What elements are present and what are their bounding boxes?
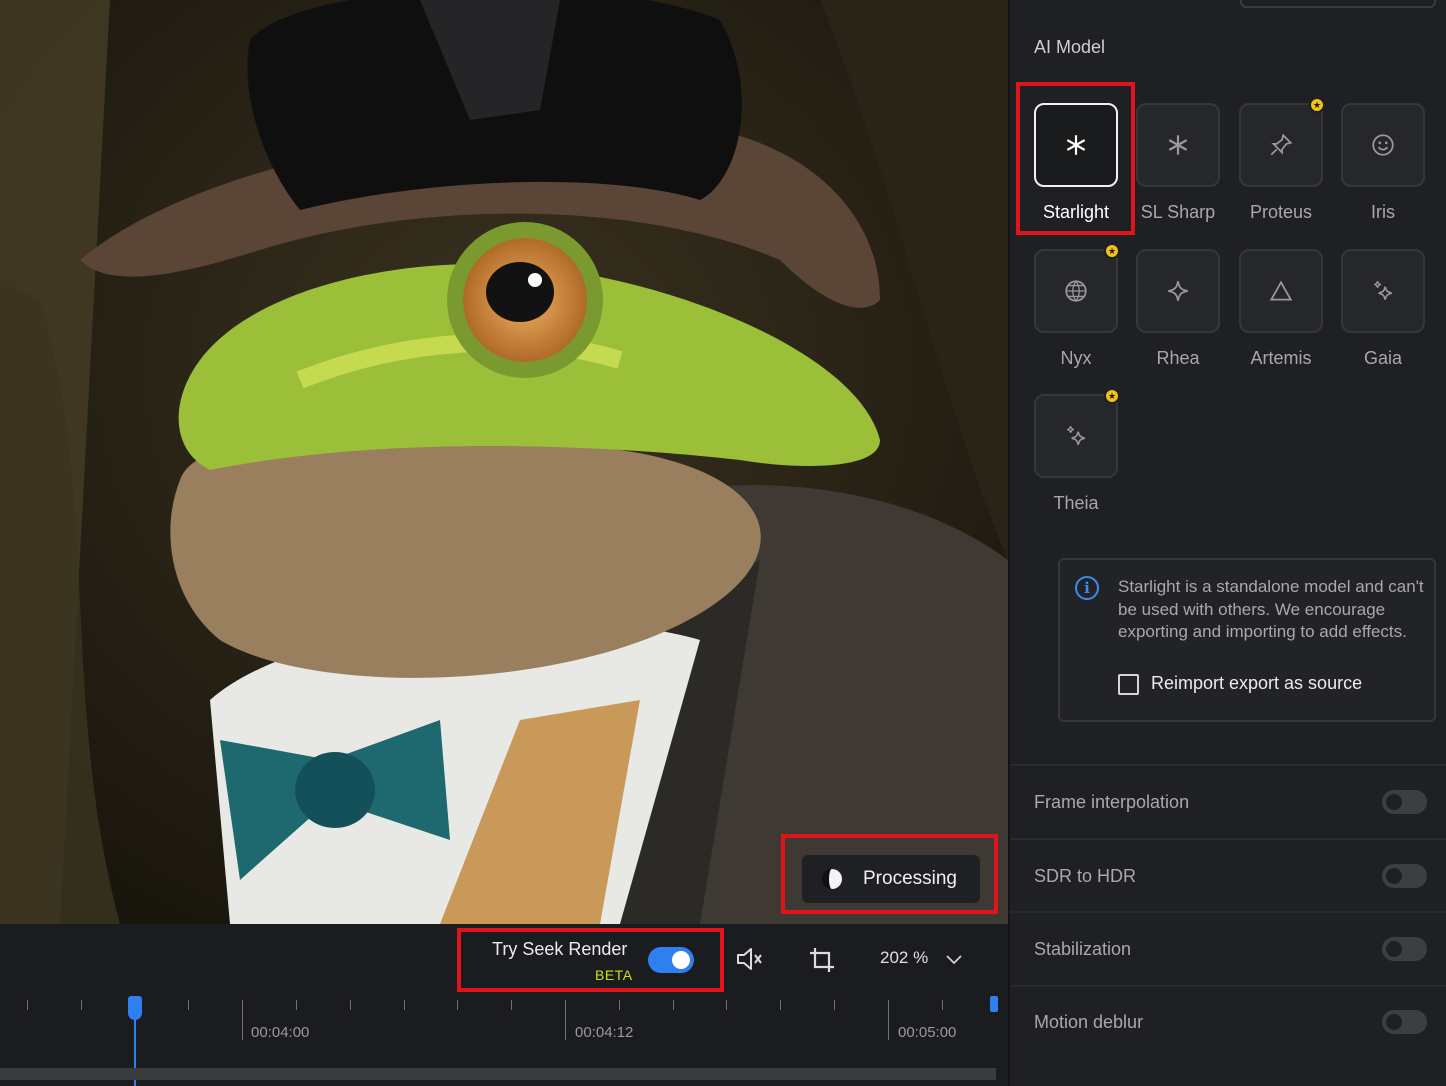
sdr-to-hdr-label: SDR to HDR [1034,866,1137,886]
frame-interpolation-label: Frame interpolation [1034,792,1190,812]
beta-badge: BETA [595,967,633,983]
timeline-major-tick [888,1000,889,1040]
divider [1010,764,1446,766]
timeline-tick [780,1000,781,1010]
out-point-marker[interactable] [990,996,998,1012]
premium-star-icon: ★ [1104,388,1120,404]
timeline-tick [81,1000,82,1010]
timeline-label: 00:04:12 [575,1024,634,1041]
asterisk-icon [1168,135,1188,155]
timeline-tick [619,1000,620,1010]
timeline-tick [188,1000,189,1010]
spinner-icon [822,869,842,889]
triangle-icon [1269,280,1293,301]
seek-render-toggle[interactable] [648,947,694,973]
processing-badge: Processing [802,855,980,903]
divider [1010,985,1446,987]
sdr-to-hdr-toggle[interactable] [1382,864,1427,888]
model-proteus-button[interactable] [1239,103,1323,187]
crop-icon[interactable] [808,946,836,974]
timeline-tick [457,1000,458,1010]
model-sl-sharp-button[interactable] [1136,103,1220,187]
ai-model-title: AI Model [1034,37,1106,57]
timeline-tick [511,1000,512,1010]
timeline-tick [834,1000,835,1010]
model-sl-sharp-label: SL Sharp [1140,202,1216,222]
mute-icon[interactable] [736,946,764,972]
timeline-scrollbar[interactable] [0,1068,996,1080]
model-theia-label: Theia [1053,493,1099,513]
model-iris-label: Iris [1371,202,1395,222]
seek-render-label: Try Seek Render [492,939,628,959]
top-button[interactable] [1240,0,1436,8]
timeline-tick [726,1000,727,1010]
premium-star-icon: ★ [1309,97,1325,113]
app-window: Processing Try Seek Render BETA 202 % 00… [0,0,1446,1086]
model-nyx-button[interactable] [1034,249,1118,333]
model-iris-button[interactable] [1341,103,1425,187]
timeline-label: 00:05:00 [898,1024,957,1041]
processing-label: Processing [863,868,957,889]
four-point-star-icon [1168,281,1188,301]
info-text: Starlight is a standalone model and can'… [1118,577,1424,641]
timeline-tick [404,1000,405,1010]
model-gaia-button[interactable] [1341,249,1425,333]
model-rhea-label: Rhea [1156,348,1200,368]
timeline-major-tick [565,1000,566,1040]
sparkles-icon [1067,426,1085,445]
divider [1010,838,1446,840]
timeline-tick [350,1000,351,1010]
smiley-icon [1372,134,1394,156]
model-rhea-button[interactable] [1136,249,1220,333]
motion-deblur-label: Motion deblur [1034,1012,1144,1032]
chevron-down-icon[interactable] [944,950,964,968]
globe-icon [1065,280,1087,302]
sparkles-icon [1374,281,1392,300]
playhead-handle[interactable] [128,996,142,1020]
premium-star-icon: ★ [1104,243,1120,259]
preview-frame-image [0,0,1008,924]
reimport-checkbox[interactable] [1118,674,1139,695]
reimport-label[interactable]: Reimport export as source [1151,673,1362,694]
model-artemis-button[interactable] [1239,249,1323,333]
model-nyx-label: Nyx [1060,348,1092,368]
timeline-tick [673,1000,674,1010]
model-gaia-label: Gaia [1363,348,1403,368]
info-icon: i [1075,576,1099,600]
stabilization-label: Stabilization [1034,939,1132,959]
timeline-label: 00:04:00 [251,1024,310,1041]
pin-icon [1270,133,1293,156]
motion-deblur-toggle[interactable] [1382,1010,1427,1034]
selected-model-highlight [1016,82,1135,235]
model-proteus-label: Proteus [1249,202,1313,222]
video-preview[interactable]: Processing [0,0,1008,924]
model-theia-button[interactable] [1034,394,1118,478]
zoom-value[interactable]: 202 % [880,948,928,968]
timeline-tick [296,1000,297,1010]
model-artemis-label: Artemis [1250,348,1312,368]
frame-interpolation-toggle[interactable] [1382,790,1427,814]
timeline-tick [27,1000,28,1010]
timeline-tick [942,1000,943,1010]
timeline-major-tick [242,1000,243,1040]
stabilization-toggle[interactable] [1382,937,1427,961]
divider [1010,911,1446,913]
